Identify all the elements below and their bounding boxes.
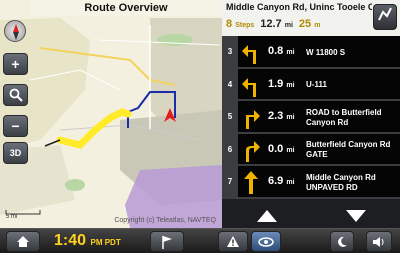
route-distance-unit: mi xyxy=(284,22,293,29)
step-number: 4 xyxy=(222,68,238,99)
step-distance: 0.8 xyxy=(268,45,284,57)
scroll-up-button[interactable] xyxy=(256,209,277,222)
search-button[interactable] xyxy=(3,84,28,106)
step-unit: mi xyxy=(286,146,295,154)
home-icon xyxy=(17,236,29,247)
page-title: Route Overview xyxy=(30,0,222,16)
copyright-text: Copyright (c) Teleatlas, NAVTEQ xyxy=(114,217,216,224)
step-unit: mi xyxy=(286,49,295,56)
step-unit: mi xyxy=(286,179,295,186)
turn-left-icon xyxy=(242,77,256,97)
compass-icon[interactable] xyxy=(4,20,26,42)
steps-count: 8 xyxy=(226,18,233,30)
zoom-in-button[interactable]: + xyxy=(3,53,28,75)
night-mode-button[interactable] xyxy=(330,231,354,252)
steps-list: 3 0.8 mi W 11800 S 4 1.9 mi U-111 5 2.3 … xyxy=(222,36,400,199)
home-button[interactable] xyxy=(6,231,40,252)
straight-arrow-icon xyxy=(244,171,258,194)
step-instruction: U-111 xyxy=(306,80,327,89)
route-name: Middle Canyon Rd, Uninc Tooele Co, ... xyxy=(226,2,372,12)
zoom-out-button[interactable]: − xyxy=(3,115,28,137)
step-distance: 6.9 xyxy=(268,175,284,187)
step-unit: mi xyxy=(286,81,295,89)
step-distance: 1.9 xyxy=(268,77,284,90)
step-instruction: W 11800 S xyxy=(306,47,346,57)
route-options-button[interactable] xyxy=(373,4,397,30)
warning-icon xyxy=(227,236,239,247)
clock: 1:40 PM PDT xyxy=(54,232,121,250)
flag-icon xyxy=(162,235,172,249)
step-unit: mi xyxy=(286,114,295,121)
scroll-down-button[interactable] xyxy=(345,209,366,222)
step-number: 6 xyxy=(222,133,238,164)
step-row[interactable]: 5 2.3 mi ROAD to Butterfield Canyon Rd xyxy=(222,101,400,134)
route-highlight-yellow xyxy=(56,108,132,149)
moon-icon xyxy=(338,236,347,247)
step-number: 5 xyxy=(222,101,238,132)
step-row[interactable]: 4 1.9 mi U-111 xyxy=(222,68,400,101)
destination-flag-button[interactable] xyxy=(150,231,184,252)
step-distance: 2.3 xyxy=(268,110,284,122)
volume-button[interactable] xyxy=(366,231,392,252)
magnifier-icon xyxy=(9,88,23,102)
minus-icon: − xyxy=(11,118,20,134)
bear-right-icon xyxy=(246,140,260,162)
step-instruction: Butterfield Canyon Rd GATE xyxy=(306,140,391,159)
step-row[interactable]: 6 0.0 mi Butterfield Canyon Rd GATE xyxy=(222,133,400,166)
step-instruction: Middle Canyon Rd UNPAVED RD xyxy=(306,172,376,192)
step-row[interactable]: 3 0.8 mi W 11800 S xyxy=(222,36,400,69)
step-instruction: ROAD to Butterfield Canyon Rd xyxy=(306,107,382,127)
route-summary: Middle Canyon Rd, Uninc Tooele Co, ... 8… xyxy=(222,0,400,36)
route-icon xyxy=(378,7,392,21)
clock-time: 1:40 xyxy=(54,232,87,249)
plus-icon: + xyxy=(11,56,20,72)
step-row[interactable]: 7 6.9 mi Middle Canyon Rd UNPAVED RD xyxy=(222,166,400,199)
view-button[interactable] xyxy=(251,231,281,252)
alerts-button[interactable] xyxy=(218,231,248,252)
route-stats: 8 Steps 12.7 mi 25 m xyxy=(226,18,372,30)
step-number: 3 xyxy=(222,36,238,67)
3d-icon: 3D xyxy=(9,148,22,158)
route-panel: Middle Canyon Rd, Uninc Tooele Co, ... 8… xyxy=(222,0,400,228)
speaker-icon xyxy=(373,236,384,247)
bottom-bar: 1:40 PM PDT xyxy=(0,228,400,253)
map-canvas[interactable] xyxy=(0,0,222,228)
steps-label: Steps xyxy=(235,22,255,29)
clock-suffix: PM PDT xyxy=(90,238,121,247)
route-time: 25 xyxy=(298,18,312,30)
scale-label: 5 mi xyxy=(6,214,18,220)
turn-left-icon xyxy=(242,45,256,64)
steps-scroller xyxy=(222,203,400,228)
route-distance: 12.7 xyxy=(260,18,282,30)
view-3d-button[interactable]: 3D xyxy=(3,142,28,164)
turn-right-icon xyxy=(246,110,260,129)
eye-icon xyxy=(258,236,274,247)
step-number: 7 xyxy=(222,166,238,197)
step-distance: 0.0 xyxy=(268,142,284,155)
route-time-unit: m xyxy=(314,22,321,29)
map-view[interactable]: Route Overview + − 3D 5 mi Copyright (c)… xyxy=(0,0,222,228)
